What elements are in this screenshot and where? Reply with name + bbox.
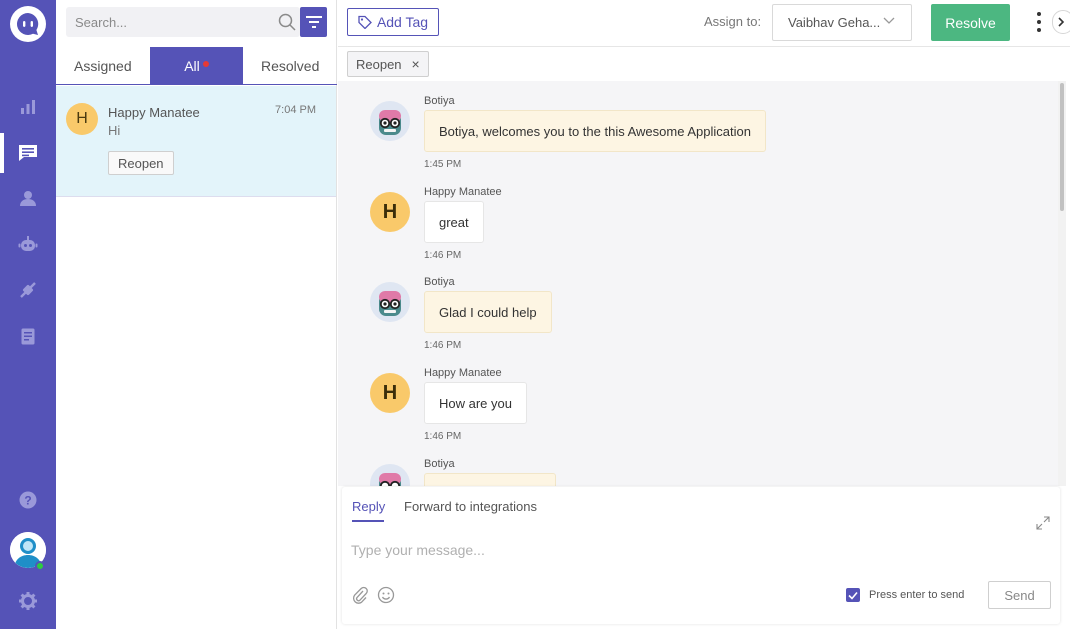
thread-scrollbar[interactable] <box>1058 81 1066 486</box>
tab-label: Assigned <box>74 57 132 74</box>
message-bubble: How are you <box>424 382 527 424</box>
app-logo-icon[interactable] <box>10 6 46 42</box>
send-button[interactable]: Send <box>988 581 1051 609</box>
emoji-icon[interactable] <box>377 586 395 609</box>
tag-chip-label: Reopen <box>356 56 402 72</box>
bar-chart-icon[interactable] <box>0 87 56 127</box>
integrations-icon[interactable] <box>0 270 56 310</box>
message-sender: Botiya <box>424 458 455 470</box>
enter-to-send-label: Press enter to send <box>869 589 965 601</box>
bot-icon[interactable] <box>0 224 56 264</box>
contacts-icon[interactable] <box>0 178 56 218</box>
add-tag-button[interactable]: Add Tag <box>347 8 439 36</box>
assignee-select[interactable]: Vaibhav Geha... <box>772 4 912 41</box>
message-sender: Botiya <box>424 276 455 288</box>
search-box <box>66 7 300 37</box>
message-thread: Botiya Botiya, welcomes you to the this … <box>338 81 1058 486</box>
bot-avatar-icon <box>370 282 410 322</box>
tab-assigned[interactable]: Assigned <box>56 47 150 84</box>
svg-text:?: ? <box>24 494 31 508</box>
message-time: 1:46 PM <box>424 250 462 261</box>
message-bubble: Botiya, welcomes you to the this Awesome… <box>424 110 766 152</box>
checkmark-icon <box>848 591 858 600</box>
last-message-preview: Hi <box>108 123 121 138</box>
bot-avatar-icon <box>370 464 410 486</box>
unread-badge <box>202 60 209 67</box>
tab-resolved[interactable]: Resolved <box>243 47 337 84</box>
tab-label: All <box>184 57 200 74</box>
tab-label: Resolved <box>260 57 320 74</box>
app-sidebar: ? <box>0 0 56 629</box>
assign-label: Assign to: <box>704 14 762 29</box>
message-time: 1:46 PM <box>424 431 462 442</box>
conversation-item[interactable]: H Happy Manatee Hi 7:04 PM Reopen <box>56 86 336 197</box>
resolve-button[interactable]: Resolve <box>931 4 1010 41</box>
enter-to-send-checkbox[interactable] <box>846 588 860 602</box>
conversation-tabs: Assigned All Resolved <box>56 47 337 85</box>
bot-avatar-icon <box>370 101 410 141</box>
reply-composer: Reply Forward to integrations Press ente… <box>342 487 1060 624</box>
conversation-list-panel: Assigned All Resolved H Happy Manatee Hi… <box>56 0 337 629</box>
expand-icon[interactable] <box>1036 516 1050 535</box>
conversations-icon[interactable] <box>0 133 56 173</box>
search-input[interactable] <box>66 7 266 37</box>
help-icon[interactable]: ? <box>0 480 56 520</box>
message-input[interactable] <box>351 542 1011 568</box>
filter-button[interactable] <box>300 7 327 37</box>
message-bubble: great <box>424 201 484 243</box>
remove-tag-icon[interactable]: × <box>412 56 420 72</box>
conversation-time: 7:04 PM <box>275 104 316 116</box>
filter-icon <box>305 16 322 28</box>
tag-bar: Reopen × <box>338 47 1066 81</box>
tag-icon <box>358 15 372 29</box>
add-tag-label: Add Tag <box>376 14 429 30</box>
tab-forward-to-integrations[interactable]: Forward to integrations <box>404 499 537 514</box>
message-time: 1:46 PM <box>424 340 462 351</box>
reopen-button[interactable]: Reopen <box>108 151 174 175</box>
message-sender: Happy Manatee <box>424 186 502 198</box>
online-status-dot <box>35 561 45 571</box>
message-bubble: Glad I could help <box>424 291 552 333</box>
message-sender: Botiya <box>424 95 455 107</box>
collapse-panel-button[interactable] <box>1052 10 1070 34</box>
contact-avatar: H <box>370 373 410 413</box>
conversation-header: Add Tag Assign to: Vaibhav Geha... Resol… <box>338 0 1070 47</box>
more-options-icon[interactable] <box>1035 12 1043 32</box>
contact-name: Happy Manatee <box>108 105 200 120</box>
assignee-value: Vaibhav Geha... <box>788 15 881 30</box>
contact-avatar: H <box>370 192 410 232</box>
tag-chip: Reopen × <box>347 51 429 77</box>
message-sender: Happy Manatee <box>424 367 502 379</box>
tab-all[interactable]: All <box>149 47 244 84</box>
scrollbar-thumb[interactable] <box>1060 83 1064 211</box>
settings-icon[interactable] <box>0 581 56 621</box>
tab-reply[interactable]: Reply <box>352 499 385 514</box>
chevron-down-icon <box>883 17 895 24</box>
chevron-right-icon <box>1058 17 1065 27</box>
active-tab-indicator <box>352 520 384 522</box>
message-bubble <box>424 473 556 486</box>
message-time: 1:45 PM <box>424 159 462 170</box>
contact-avatar: H <box>66 103 98 135</box>
attachment-icon[interactable] <box>352 586 368 609</box>
reports-icon[interactable] <box>0 316 56 356</box>
search-icon[interactable] <box>278 13 296 31</box>
